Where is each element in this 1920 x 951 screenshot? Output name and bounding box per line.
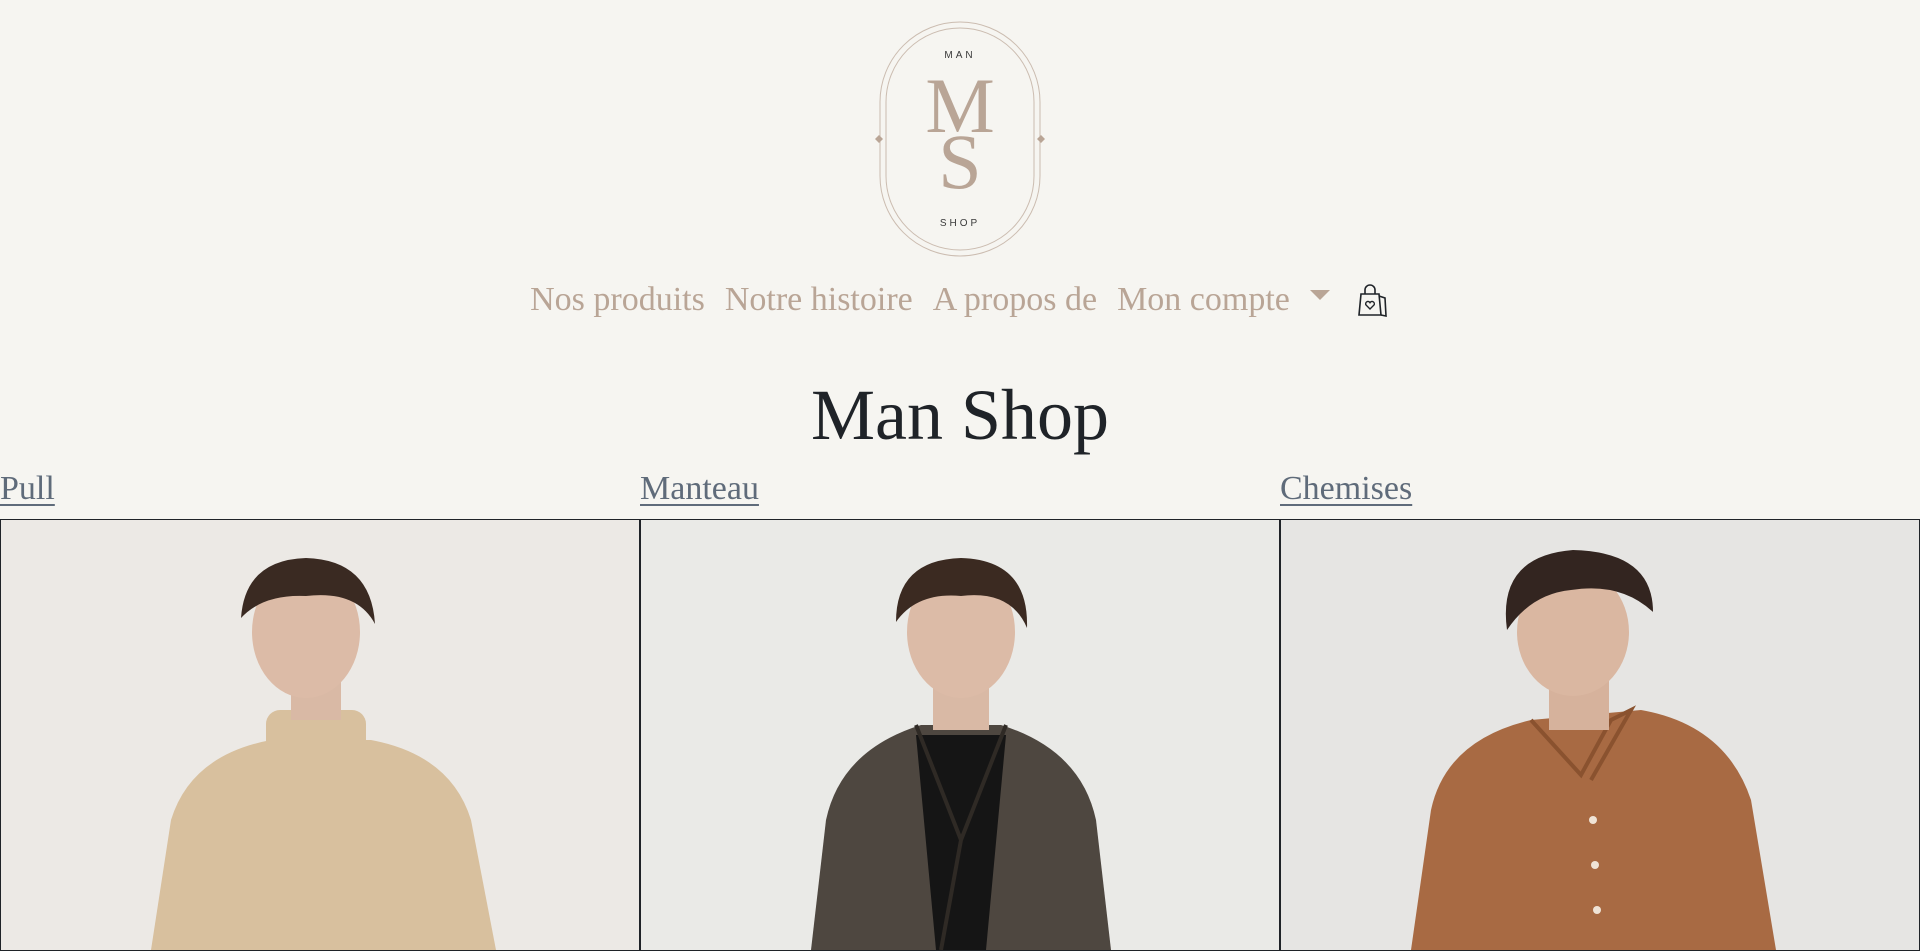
nav-item-nos-produits[interactable]: Nos produits [530, 278, 705, 322]
category-card-chemises: Chemises [1280, 464, 1920, 951]
category-link-pull[interactable]: Pull [0, 468, 55, 510]
category-image-manteau[interactable] [640, 519, 1280, 951]
category-link-manteau[interactable]: Manteau [640, 468, 759, 510]
brand-logo[interactable]: MAN M S SHOP [870, 18, 1050, 260]
page-title: Man Shop [810, 375, 1110, 455]
category-image-pull[interactable] [0, 519, 640, 951]
nav-item-mon-compte[interactable]: Mon compte [1117, 278, 1290, 322]
logo-text-shop: SHOP [940, 218, 980, 229]
nav-item-a-propos[interactable]: A propos de [933, 278, 1097, 322]
shopping-bag-icon[interactable] [1356, 282, 1390, 318]
logo-text-man: MAN [944, 50, 975, 61]
category-link-chemises[interactable]: Chemises [1280, 468, 1412, 510]
category-card-pull: Pull [0, 464, 640, 951]
nav-item-notre-histoire[interactable]: Notre histoire [725, 278, 913, 322]
nav-item-mon-compte-dropdown[interactable]: Mon compte [1117, 278, 1330, 322]
main-nav: Nos produits Notre histoire A propos de … [0, 278, 1920, 322]
category-grid: Pull Manteau Chemises [0, 464, 1920, 951]
category-card-manteau: Manteau [640, 464, 1280, 951]
site-header: MAN M S SHOP Nos produits Notre histoire… [0, 0, 1920, 455]
category-image-chemises[interactable] [1280, 519, 1920, 951]
logo-letter-s: S [938, 118, 981, 205]
caret-down-icon[interactable] [1309, 290, 1330, 300]
